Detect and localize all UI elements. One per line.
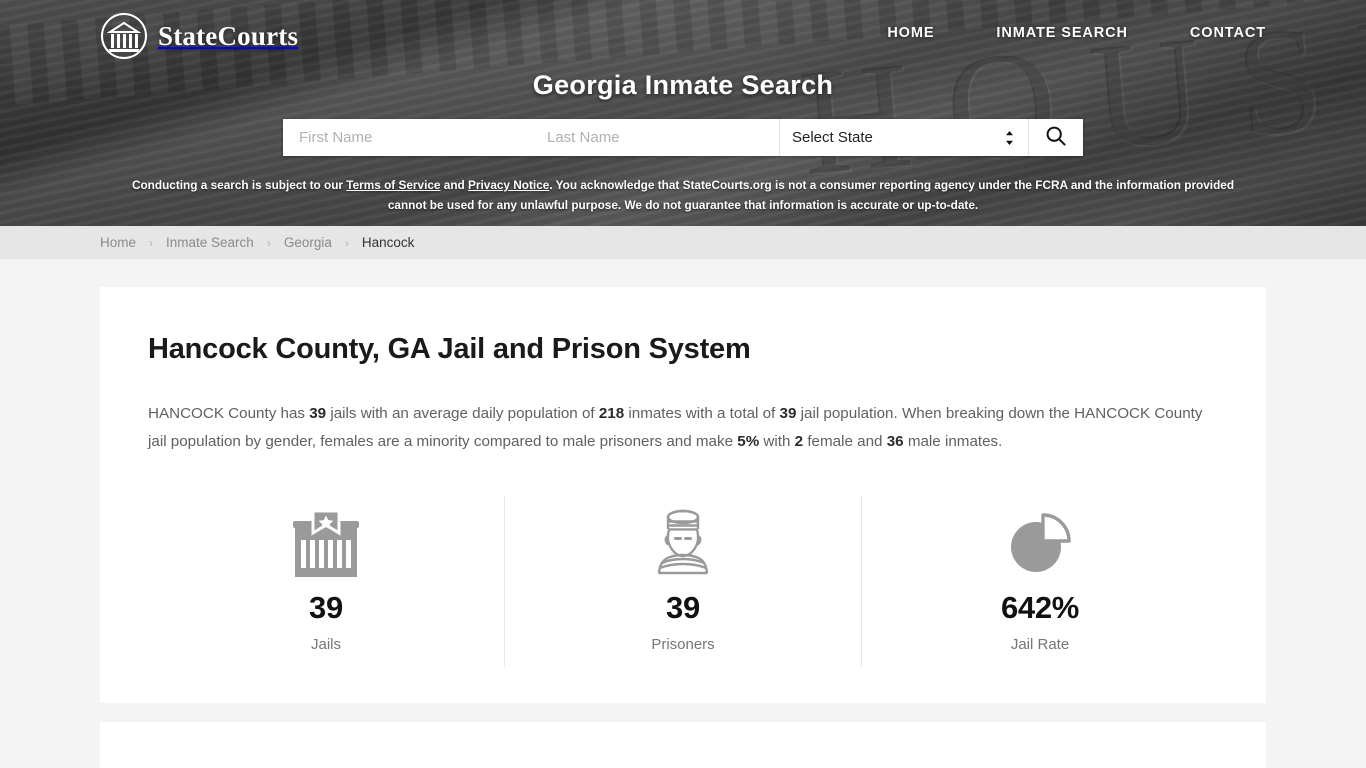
nav-item-contact[interactable]: CONTACT xyxy=(1190,25,1266,41)
site-logo[interactable]: StateCourts xyxy=(100,12,298,60)
privacy-notice-link[interactable]: Privacy Notice xyxy=(468,178,549,192)
stat-jails-value: 39 xyxy=(309,590,343,625)
state-select-wrapper: Select State xyxy=(779,119,1028,156)
pie-chart-icon xyxy=(862,504,1218,582)
breadcrumb-item-hancock: Hancock xyxy=(361,235,415,250)
state-select[interactable]: Select State xyxy=(780,119,1028,156)
page-content: Hancock County, GA Jail and Prison Syste… xyxy=(0,287,1366,768)
last-name-input[interactable] xyxy=(531,119,779,156)
nav-item-inmate-search[interactable]: INMATE SEARCH xyxy=(996,25,1127,41)
summary-text: jails with an average daily population o… xyxy=(326,405,599,422)
summary-total-jail-population: 39 xyxy=(779,405,797,422)
summary-female-percent: 5% xyxy=(737,433,760,450)
breadcrumb-item-inmate-search[interactable]: Inmate Search xyxy=(166,235,254,250)
summary-avg-daily-population: 218 xyxy=(598,405,625,422)
stat-prisoners: 39 Prisoners xyxy=(504,496,861,667)
breadcrumb-item-home[interactable]: Home xyxy=(100,235,136,250)
stat-jail-rate-label: Jail Rate xyxy=(1010,636,1070,653)
page-title: Hancock County, GA Jail and Prison Syste… xyxy=(148,333,751,365)
statistics-row: 39 Jails 39 Prisoners 642% Jail Rate xyxy=(148,496,1218,667)
summary-text: with xyxy=(759,433,795,450)
terms-of-service-link[interactable]: Terms of Service xyxy=(346,178,440,192)
search-icon xyxy=(1045,125,1067,150)
breadcrumb-separator: › xyxy=(149,235,154,250)
stat-jails-label: Jails xyxy=(310,636,341,653)
county-overview-card: Hancock County, GA Jail and Prison Syste… xyxy=(100,287,1266,703)
breadcrumb-bar: Home › Inmate Search › Georgia › Hancock xyxy=(0,226,1366,259)
breadcrumb-separator: › xyxy=(266,235,271,250)
summary-text: female and xyxy=(803,433,887,450)
site-brand-name: StateCourts xyxy=(158,20,299,51)
disclaimer-text-1: Conducting a search is subject to our xyxy=(131,178,347,192)
site-header: HOUSE StateCourts HOME INMATE SEARCH CON… xyxy=(0,0,1366,226)
county-summary-paragraph: HANCOCK County has 39 jails with an aver… xyxy=(148,400,1218,456)
summary-jails-count: 39 xyxy=(309,405,327,422)
stat-prisoners-label: Prisoners xyxy=(651,636,715,653)
breadcrumb-separator: › xyxy=(344,235,349,250)
summary-text: inmates with a total of xyxy=(624,405,780,422)
inmate-search-form: Select State xyxy=(283,119,1083,156)
secondary-card xyxy=(100,722,1266,768)
main-navigation: HOME INMATE SEARCH CONTACT xyxy=(887,25,1266,41)
summary-male-count: 36 xyxy=(886,433,904,450)
summary-female-count: 2 xyxy=(794,433,804,450)
prisoner-icon xyxy=(505,504,861,582)
breadcrumb-item-georgia[interactable]: Georgia xyxy=(284,235,332,250)
stat-jail-rate-value: 642% xyxy=(1000,590,1080,625)
summary-text: HANCOCK County has xyxy=(148,405,310,422)
search-button[interactable] xyxy=(1028,119,1083,156)
jail-building-icon xyxy=(148,504,504,582)
nav-item-home[interactable]: HOME xyxy=(887,25,934,41)
stat-jails: 39 Jails xyxy=(148,496,504,667)
hero-title: Georgia Inmate Search xyxy=(532,70,834,100)
breadcrumb: Home › Inmate Search › Georgia › Hancock xyxy=(100,235,414,250)
summary-text: male inmates. xyxy=(903,433,1003,450)
disclaimer-text-2: and xyxy=(440,178,469,192)
first-name-input[interactable] xyxy=(283,119,531,156)
stat-jail-rate: 642% Jail Rate xyxy=(861,496,1218,667)
search-disclaimer: Conducting a search is subject to our Te… xyxy=(120,175,1246,215)
stat-prisoners-value: 39 xyxy=(666,590,700,625)
courthouse-logo-icon xyxy=(100,12,148,60)
